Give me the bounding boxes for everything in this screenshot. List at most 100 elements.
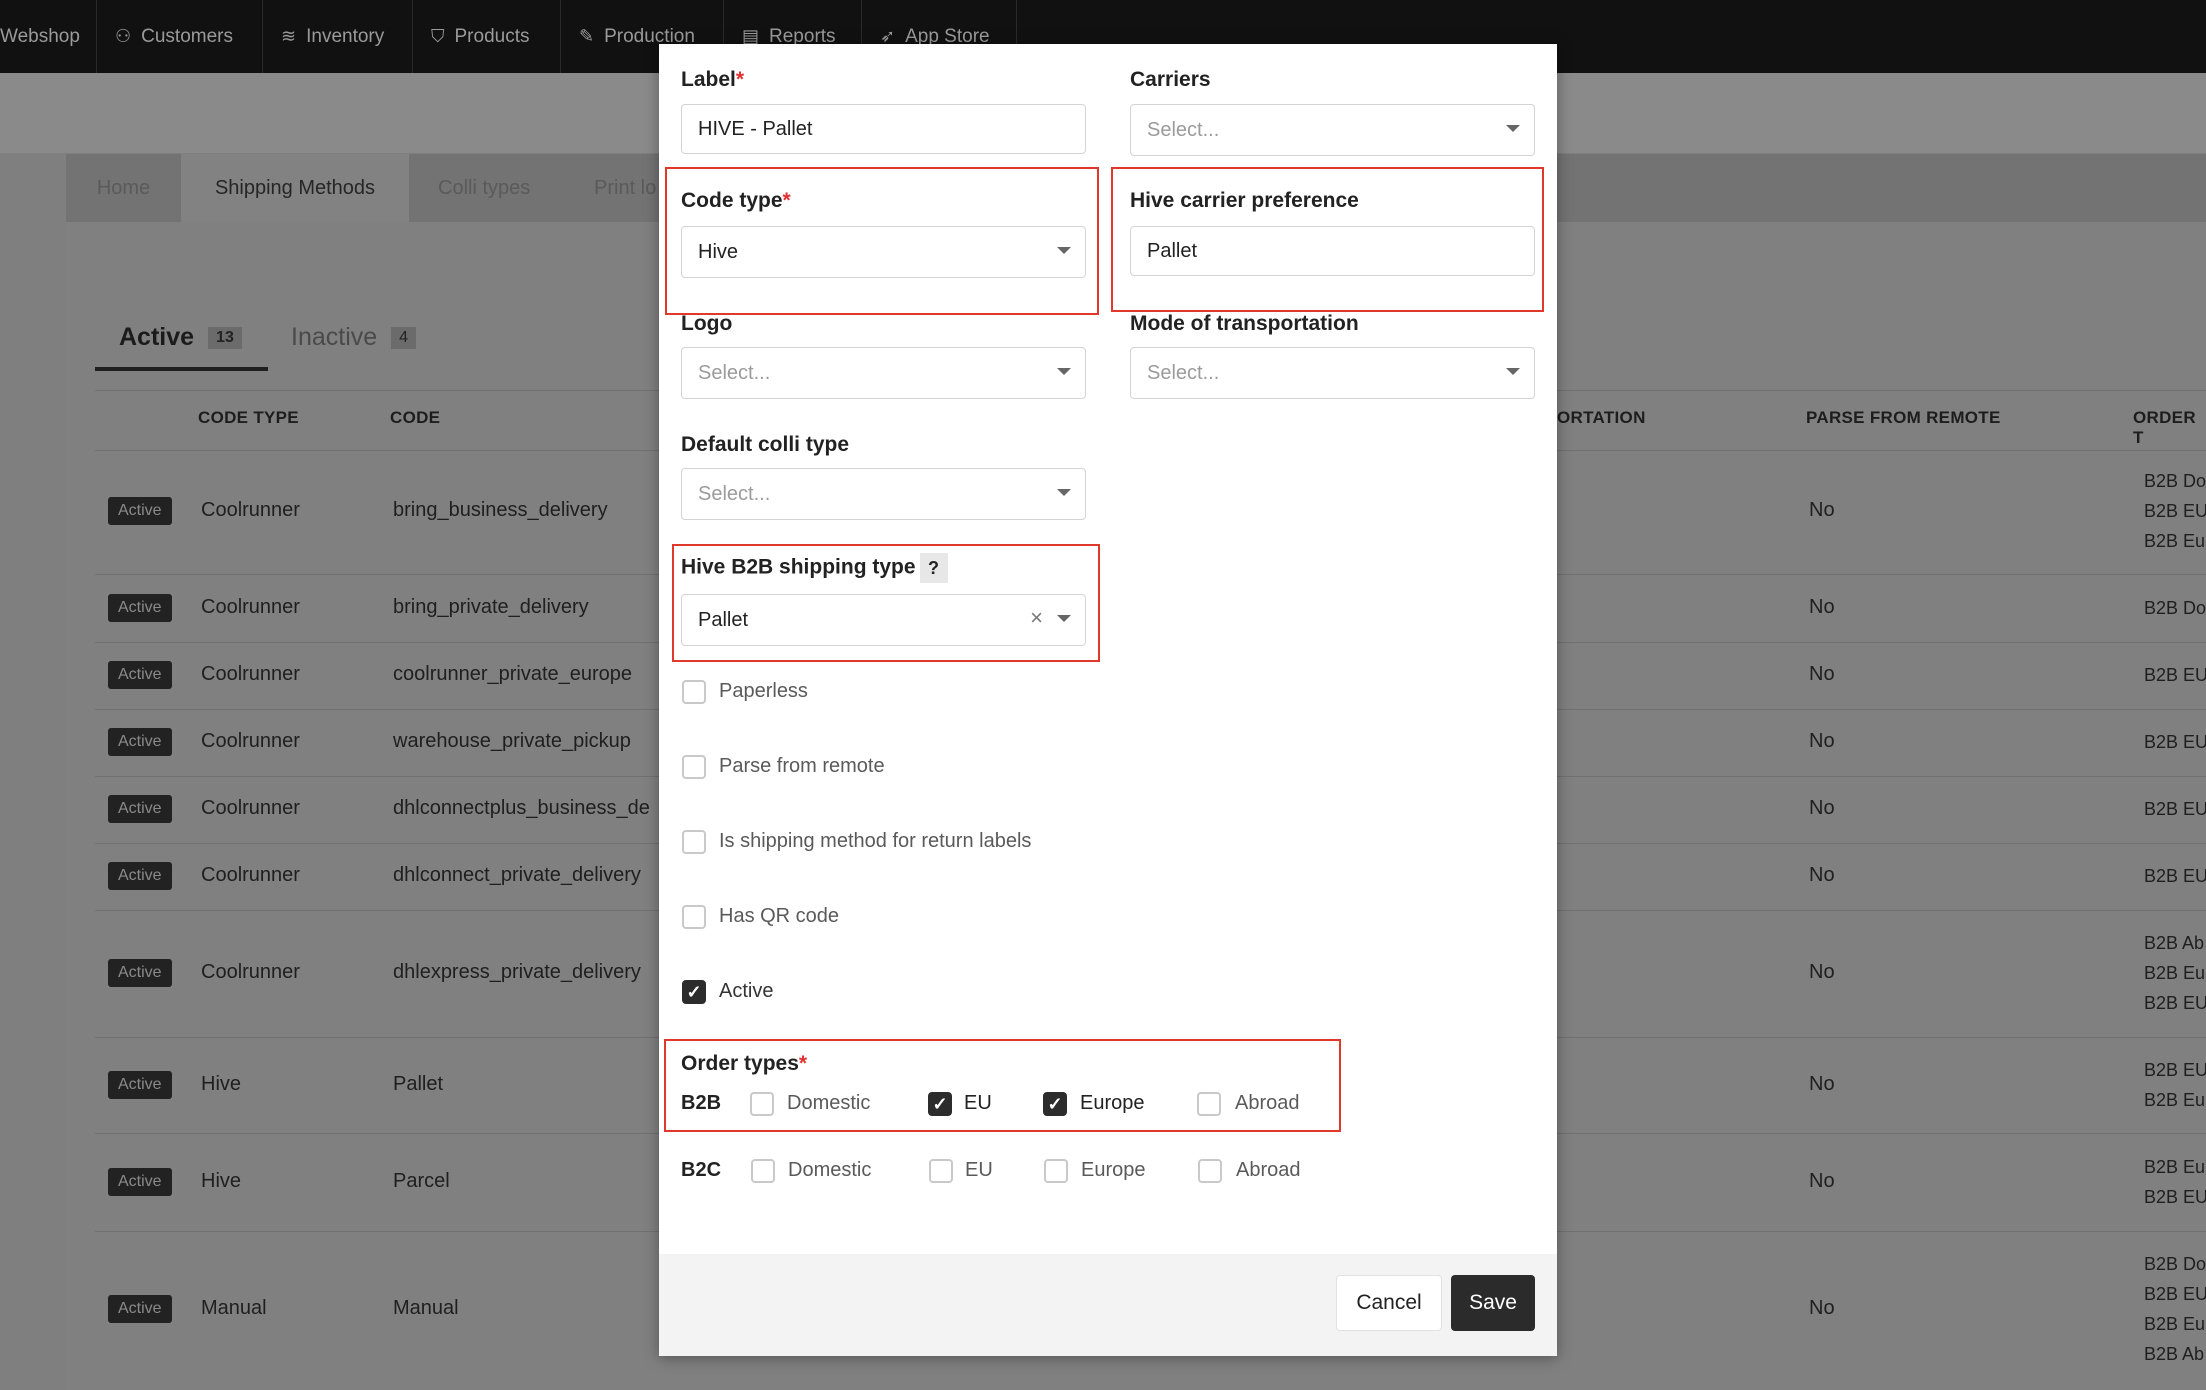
- column-header-code[interactable]: CODE: [390, 408, 440, 428]
- cell-parse-from-remote: No: [1809, 1170, 1835, 1192]
- chevron-down-icon: [1506, 125, 1520, 132]
- status-tab-active[interactable]: Active 13: [119, 323, 242, 352]
- order-type-option-label: Europe: [1080, 1092, 1145, 1114]
- save-button[interactable]: Save: [1451, 1275, 1535, 1331]
- label-input[interactable]: HIVE - Pallet: [681, 104, 1086, 154]
- cell-parse-from-remote: No: [1809, 1297, 1835, 1319]
- logo-select[interactable]: Select...: [681, 347, 1086, 399]
- column-header-code-type[interactable]: CODE TYPE: [198, 408, 299, 428]
- cell-code: dhlconnectplus_business_de: [393, 797, 650, 819]
- chevron-down-icon: [1057, 368, 1071, 375]
- users-icon: ⚇: [115, 26, 132, 46]
- order-type-row-label: B2C: [681, 1159, 722, 1181]
- logo-field-title: Logo: [681, 312, 733, 335]
- cell-order-type: B2B EU: [2144, 732, 2206, 752]
- b2c-europe-checkbox[interactable]: [1044, 1159, 1068, 1183]
- nav-item-products[interactable]: ⛉ Products: [413, 0, 561, 73]
- cell-code-type: Coolrunner: [201, 797, 300, 819]
- b2b-europe-checkbox[interactable]: ✓: [1043, 1092, 1067, 1116]
- cell-code-type: Coolrunner: [201, 961, 300, 983]
- count-badge: 4: [391, 326, 417, 349]
- order-type-option-label: Abroad: [1235, 1092, 1300, 1114]
- default-colli-type-select[interactable]: Select...: [681, 468, 1086, 520]
- status-badge: Active: [108, 497, 172, 525]
- cell-order-type: B2B Do: [2144, 598, 2206, 618]
- code-type-value: Hive: [698, 240, 739, 263]
- cell-order-type: B2B EU: [2144, 1187, 2206, 1207]
- label-input-value: HIVE - Pallet: [698, 117, 813, 140]
- order-type-option-label: Abroad: [1236, 1159, 1301, 1181]
- cell-code-type: Coolrunner: [201, 730, 300, 752]
- cell-code-type: Coolrunner: [201, 499, 300, 521]
- status-tab-label: Inactive: [291, 323, 378, 351]
- nav-item-webshop[interactable]: Webshop: [0, 0, 97, 73]
- logo-placeholder: Select...: [698, 361, 771, 384]
- checkbox-checked-icon[interactable]: ✓: [682, 980, 706, 1004]
- hive-b2b-shipping-type-select[interactable]: Pallet ×: [681, 594, 1086, 646]
- checkbox-box[interactable]: [682, 830, 706, 854]
- checkbox-box[interactable]: [682, 755, 706, 779]
- hive-b2b-shipping-type-value: Pallet: [698, 608, 749, 631]
- checkbox-label: Has QR code: [719, 905, 840, 927]
- status-tab-inactive[interactable]: Inactive 4: [291, 323, 417, 352]
- cell-parse-from-remote: No: [1809, 596, 1835, 618]
- cell-parse-from-remote: No: [1809, 797, 1835, 819]
- cell-order-type: B2B EU: [2144, 866, 2206, 886]
- cell-order-type: B2B EU: [2144, 501, 2206, 521]
- code-type-field-title: Code type*: [681, 189, 791, 212]
- cell-order-type: B2B Do: [2144, 471, 2206, 491]
- cell-order-type: B2B EU: [2144, 665, 2206, 685]
- cell-parse-from-remote: No: [1809, 1073, 1835, 1095]
- status-badge: Active: [108, 959, 172, 987]
- column-header-parse-from-remote[interactable]: PARSE FROM REMOTE: [1806, 408, 2001, 428]
- hive-carrier-preference-title: Hive carrier preference: [1130, 189, 1359, 212]
- column-header-order-types[interactable]: ORDER T: [2133, 408, 2206, 448]
- cell-order-type: B2B EU: [2144, 993, 2206, 1013]
- b2c-domestic-checkbox[interactable]: [751, 1159, 775, 1183]
- b2c-abroad-checkbox[interactable]: [1198, 1159, 1222, 1183]
- cell-order-type: B2B Eu: [2144, 531, 2206, 551]
- hive-carrier-preference-input[interactable]: Pallet: [1130, 226, 1535, 276]
- checkbox-label: Paperless: [719, 680, 808, 702]
- status-badge: Active: [108, 661, 172, 689]
- cell-order-type: B2B Eu: [2144, 1314, 2206, 1334]
- pencil-icon: ✎: [579, 26, 595, 46]
- tab-home[interactable]: Home: [66, 154, 181, 222]
- carriers-field-title: Carriers: [1130, 68, 1211, 91]
- status-badge: Active: [108, 728, 172, 756]
- carriers-select[interactable]: Select...: [1130, 104, 1535, 156]
- cell-code: Pallet: [393, 1073, 444, 1095]
- b2b-domestic-checkbox[interactable]: [750, 1092, 774, 1116]
- cell-code-type: Hive: [201, 1170, 242, 1192]
- nav-item-customers[interactable]: ⚇ Customers: [97, 0, 263, 73]
- checkbox-box[interactable]: [682, 905, 706, 929]
- nav-label: Inventory: [306, 25, 385, 47]
- code-type-select[interactable]: Hive: [681, 226, 1086, 278]
- status-badge: Active: [108, 1168, 172, 1196]
- checkbox-box[interactable]: [682, 680, 706, 704]
- active-tab-indicator: [95, 367, 268, 371]
- b2b-abroad-checkbox[interactable]: [1197, 1092, 1221, 1116]
- carriers-placeholder: Select...: [1147, 118, 1220, 141]
- order-type-option-label: Europe: [1081, 1159, 1146, 1181]
- tab-print-layouts[interactable]: Print lo: [594, 154, 656, 222]
- mode-of-transportation-select[interactable]: Select...: [1130, 347, 1535, 399]
- status-badge: Active: [108, 1071, 172, 1099]
- cell-order-type: B2B Eu: [2144, 963, 2206, 983]
- column-header-transportation[interactable]: ORTATION: [1557, 408, 1646, 428]
- clear-icon[interactable]: ×: [1030, 605, 1043, 631]
- b2c-eu-checkbox[interactable]: [929, 1159, 953, 1183]
- b2b-eu-checkbox[interactable]: ✓: [928, 1092, 952, 1116]
- cell-code-type: Manual: [201, 1297, 267, 1319]
- cancel-button[interactable]: Cancel: [1336, 1275, 1442, 1331]
- help-icon[interactable]: ?: [919, 553, 948, 583]
- default-colli-type-title: Default colli type: [681, 433, 850, 456]
- tab-colli-types[interactable]: Colli types: [438, 154, 530, 222]
- cell-parse-from-remote: No: [1809, 499, 1835, 521]
- mode-of-transportation-placeholder: Select...: [1147, 361, 1220, 384]
- nav-item-inventory[interactable]: ≋ Inventory: [263, 0, 413, 73]
- hive-carrier-preference-value: Pallet: [1147, 239, 1198, 262]
- cell-order-type: B2B Ab: [2144, 1344, 2205, 1364]
- tab-shipping-methods[interactable]: Shipping Methods: [181, 154, 409, 222]
- mode-of-transportation-title: Mode of transportation: [1130, 312, 1359, 335]
